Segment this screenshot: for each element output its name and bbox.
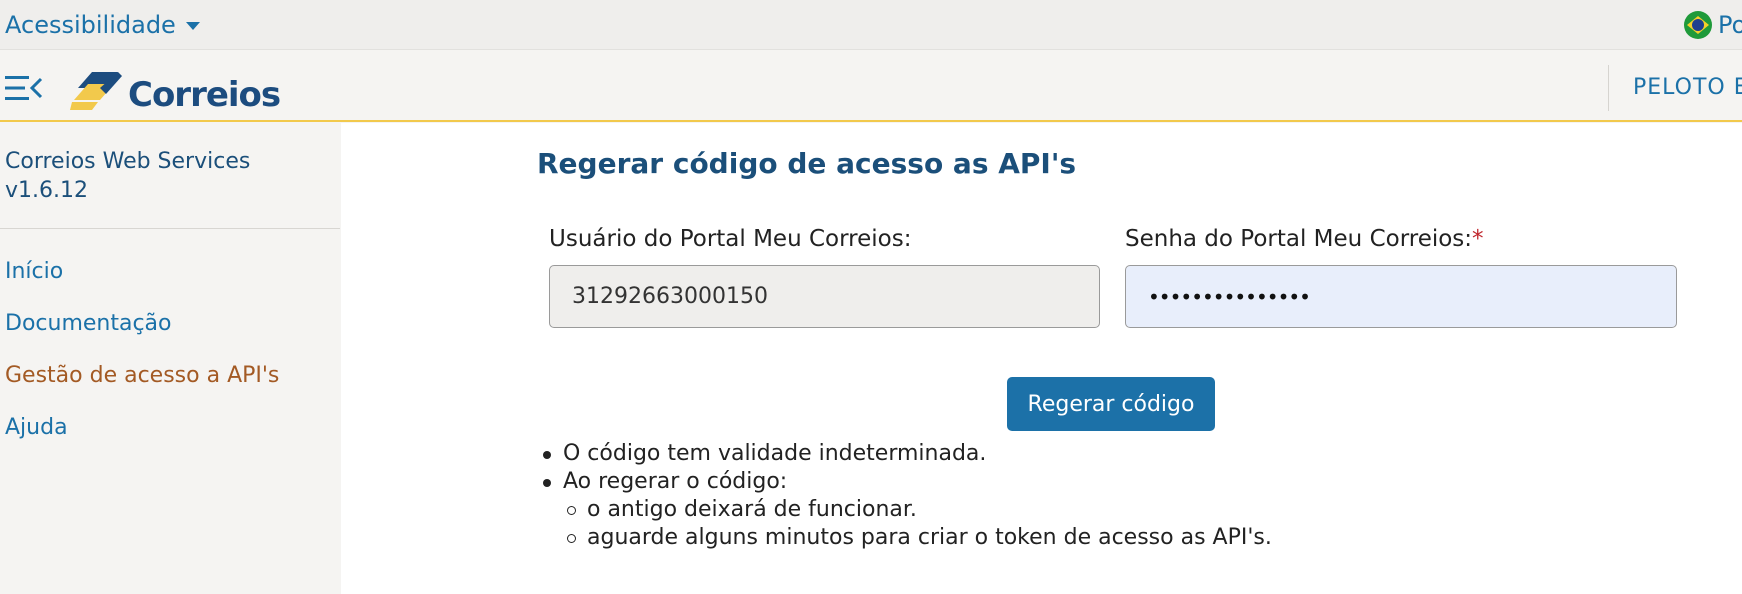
user-menu[interactable]: PELOTO ES [1633,75,1742,100]
language-selector[interactable]: Po [1684,11,1742,39]
service-version: v1.6.12 [5,178,88,203]
correios-logo-icon [70,72,122,110]
list-item: O código tem validade indeterminada. [537,440,1272,468]
service-name: Correios Web Services [5,149,251,174]
user-field[interactable]: 31292663000150 [549,265,1100,328]
logo-text: Correios [128,75,281,115]
page-title: Regerar código de acesso as API's [537,147,1077,180]
required-mark: * [1472,226,1484,252]
sidebar-item-gestao-acesso[interactable]: Gestão de acesso a API's [5,363,279,388]
accessibility-menu[interactable]: Acessibilidade [5,11,200,39]
header-divider [1608,65,1609,111]
correios-logo[interactable]: Correios [70,67,281,115]
service-info: Correios Web Services v1.6.12 [5,147,250,205]
password-label-text: Senha do Portal Meu Correios: [1125,226,1473,252]
password-field[interactable]: ••••••••••••••• [1125,265,1677,328]
list-item: Ao regerar o código: [537,468,1272,496]
sub-list-item: o antigo deixará de funcionar. [537,496,1272,524]
accessibility-bar: Acessibilidade Po [0,0,1742,50]
language-label: Po [1718,11,1742,39]
regenerate-code-button[interactable]: Regerar código [1007,377,1215,431]
sidebar-item-documentacao[interactable]: Documentação [5,311,172,336]
user-field-label: Usuário do Portal Meu Correios: [549,226,912,252]
sidebar-divider [0,228,340,229]
chevron-down-icon [185,22,200,30]
password-field-label: Senha do Portal Meu Correios:* [1125,226,1484,252]
brazil-flag-icon [1684,11,1712,39]
sidebar-item-inicio[interactable]: Início [5,259,63,284]
sidebar: Correios Web Services v1.6.12 Início Doc… [0,123,340,594]
sub-list-item: aguarde alguns minutos para criar o toke… [537,524,1272,552]
accessibility-label: Acessibilidade [5,11,176,39]
menu-collapse-icon[interactable] [5,75,43,101]
main-content: Regerar código de acesso as API's Usuári… [341,123,1742,594]
main-header: Correios PELOTO ES [0,51,1742,122]
sidebar-item-ajuda[interactable]: Ajuda [5,415,68,440]
info-list: O código tem validade indeterminada. Ao … [537,440,1272,552]
